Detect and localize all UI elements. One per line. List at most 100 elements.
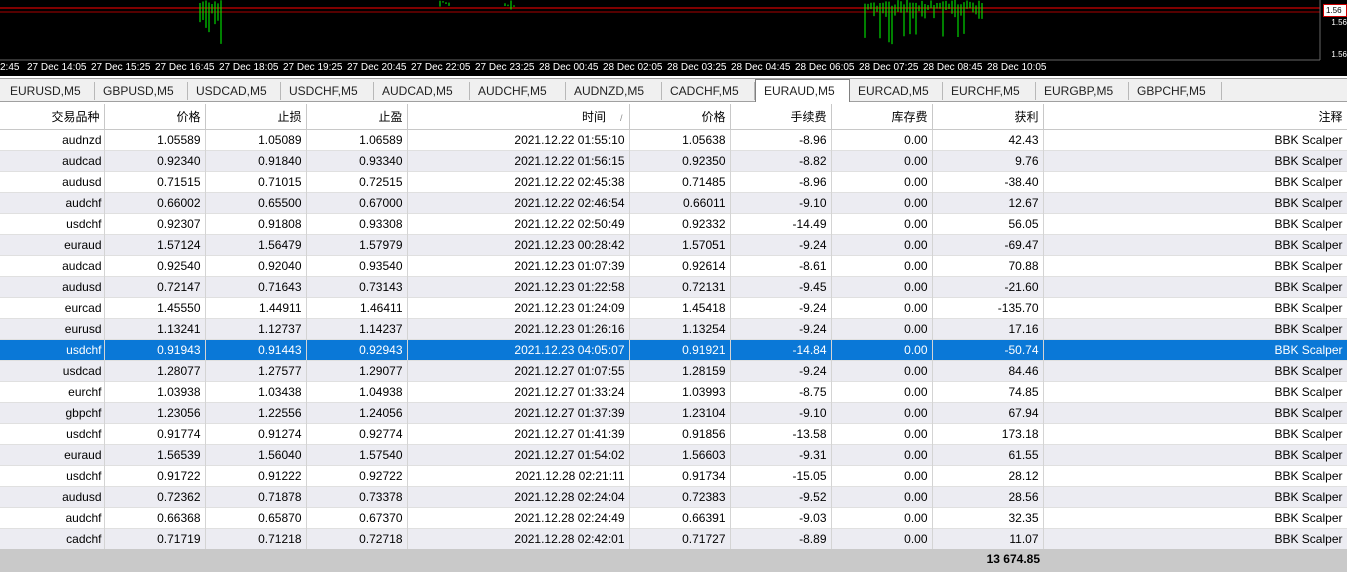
cell-open-price: 0.71515: [104, 171, 206, 193]
tab-eurchf-m5[interactable]: EURCHF,M5: [943, 82, 1036, 100]
table-row[interactable]: cadchf 0.71719 0.71218 0.72718 2021.12.28 02…: [0, 528, 1347, 550]
tab-eurusd-m5[interactable]: EURUSD,M5: [2, 82, 95, 100]
table-row[interactable]: usdchf 0.91774 0.91274 0.92774 2021.12.27 01…: [0, 423, 1347, 445]
cell-symbol: usdchf: [0, 423, 105, 445]
cell-take-profit: 0.93540: [306, 255, 408, 277]
col-header-symbol[interactable]: 交易品种: [0, 104, 105, 130]
cell-stop-loss: 1.12737: [205, 318, 307, 340]
cell-time: 2021.12.22 02:45:38: [407, 171, 630, 193]
table-row[interactable]: eurchf 1.03938 1.03438 1.04938 2021.12.27 01…: [0, 381, 1347, 403]
cell-current-price: 0.66011: [629, 192, 731, 214]
cell-time: 2021.12.22 01:56:15: [407, 150, 630, 172]
cell-swap: 0.00: [831, 318, 933, 340]
cell-time: 2021.12.23 01:24:09: [407, 297, 630, 319]
cell-open-price: 0.91722: [104, 465, 206, 487]
cell-commission: -14.84: [730, 339, 832, 361]
table-row[interactable]: audcad 0.92540 0.92040 0.93540 2021.12.23 01…: [0, 255, 1347, 277]
cell-time: 2021.12.23 04:05:07: [407, 339, 630, 361]
time-axis-label: 28 Dec 03:25: [667, 62, 727, 73]
cell-comment: BBK Scalper: [1043, 465, 1347, 487]
table-row[interactable]: usdchf 0.92307 0.91808 0.93308 2021.12.22 02…: [0, 213, 1347, 235]
cell-comment: BBK Scalper: [1043, 339, 1347, 361]
table-row[interactable]: audusd 0.72147 0.71643 0.73143 2021.12.23 01…: [0, 276, 1347, 298]
table-row[interactable]: eurusd 1.13241 1.12737 1.14237 2021.12.23 01…: [0, 318, 1347, 340]
cell-profit: 67.94: [932, 402, 1044, 424]
col-header-time-label: 时间: [581, 110, 606, 124]
cell-commission: -15.05: [730, 465, 832, 487]
table-row[interactable]: audusd 0.71515 0.71015 0.72515 2021.12.22 02…: [0, 171, 1347, 193]
cell-time: 2021.12.22 02:50:49: [407, 213, 630, 235]
tab-gbpusd-m5[interactable]: GBPUSD,M5: [95, 82, 188, 100]
table-row[interactable]: euraud 1.57124 1.56479 1.57979 2021.12.23 00…: [0, 234, 1347, 256]
cell-swap: 0.00: [831, 402, 933, 424]
cell-take-profit: 0.93340: [306, 150, 408, 172]
cell-comment: BBK Scalper: [1043, 213, 1347, 235]
cell-stop-loss: 0.91808: [205, 213, 307, 235]
cell-open-price: 0.66002: [104, 192, 206, 214]
table-row[interactable]: usdcad 1.28077 1.27577 1.29077 2021.12.27 01…: [0, 360, 1347, 382]
table-row[interactable]: audchf 0.66002 0.65500 0.67000 2021.12.22 02…: [0, 192, 1347, 214]
cell-open-price: 1.03938: [104, 381, 206, 403]
price-label-mid: 1.56: [1331, 18, 1347, 27]
tab-cadchf-m5[interactable]: CADCHF,M5: [662, 82, 755, 100]
table-row[interactable]: eurcad 1.45550 1.44911 1.46411 2021.12.23 01…: [0, 297, 1347, 319]
col-header-commission[interactable]: 手续费: [730, 104, 832, 130]
cell-profit: 70.88: [932, 255, 1044, 277]
col-header-take-profit[interactable]: 止盈: [306, 104, 408, 130]
tab-gbpchf-m5[interactable]: GBPCHF,M5: [1129, 82, 1222, 100]
cell-take-profit: 1.57540: [306, 444, 408, 466]
cell-comment: BBK Scalper: [1043, 507, 1347, 529]
table-row[interactable]: audnzd 1.05589 1.05089 1.06589 2021.12.22 01…: [0, 129, 1347, 151]
cell-take-profit: 1.14237: [306, 318, 408, 340]
tab-eurgbp-m5[interactable]: EURGBP,M5: [1036, 82, 1129, 100]
cell-stop-loss: 0.65870: [205, 507, 307, 529]
cell-symbol: audchf: [0, 507, 105, 529]
table-row[interactable]: gbpchf 1.23056 1.22556 1.24056 2021.12.27 01…: [0, 402, 1347, 424]
table-row[interactable]: usdchf 0.91943 0.91443 0.92943 2021.12.23 04…: [0, 339, 1347, 361]
table-row[interactable]: euraud 1.56539 1.56040 1.57540 2021.12.27 01…: [0, 444, 1347, 466]
cell-take-profit: 1.29077: [306, 360, 408, 382]
col-header-current-price[interactable]: 价格: [629, 104, 731, 130]
cell-comment: BBK Scalper: [1043, 255, 1347, 277]
cell-profit: -38.40: [932, 171, 1044, 193]
cell-profit: 12.67: [932, 192, 1044, 214]
cell-symbol: usdchf: [0, 213, 105, 235]
table-row[interactable]: audchf 0.66368 0.65870 0.67370 2021.12.28 02…: [0, 507, 1347, 529]
cell-symbol: euraud: [0, 444, 105, 466]
cell-commission: -8.61: [730, 255, 832, 277]
cell-take-profit: 0.73143: [306, 276, 408, 298]
cell-stop-loss: 0.91840: [205, 150, 307, 172]
tab-audcad-m5[interactable]: AUDCAD,M5: [374, 82, 470, 100]
current-price-text: 1.56: [1326, 6, 1342, 15]
cell-time: 2021.12.27 01:07:55: [407, 360, 630, 382]
cell-profit: 32.35: [932, 507, 1044, 529]
col-header-profit[interactable]: 获利: [932, 104, 1044, 130]
cell-current-price: 0.91734: [629, 465, 731, 487]
col-header-stop-loss[interactable]: 止损: [205, 104, 307, 130]
table-row[interactable]: usdchf 0.91722 0.91222 0.92722 2021.12.28 02…: [0, 465, 1347, 487]
tab-audnzd-m5[interactable]: AUDNZD,M5: [566, 82, 662, 100]
table-row[interactable]: audcad 0.92340 0.91840 0.93340 2021.12.22 01…: [0, 150, 1347, 172]
cell-current-price: 0.71485: [629, 171, 731, 193]
cell-comment: BBK Scalper: [1043, 444, 1347, 466]
col-header-swap[interactable]: 库存费: [831, 104, 933, 130]
col-header-time[interactable]: 时间 /: [407, 104, 630, 130]
time-axis-label: 27 Dec 22:05: [411, 62, 471, 73]
tab-usdcad-m5[interactable]: USDCAD,M5: [188, 82, 281, 100]
cell-swap: 0.00: [831, 486, 933, 508]
tab-usdchf-m5[interactable]: USDCHF,M5: [281, 82, 374, 100]
cell-stop-loss: 0.71878: [205, 486, 307, 508]
cell-open-price: 1.28077: [104, 360, 206, 382]
tab-eurcad-m5[interactable]: EURCAD,M5: [850, 82, 943, 100]
col-header-open-price[interactable]: 价格: [104, 104, 206, 130]
cell-symbol: audcad: [0, 255, 105, 277]
cell-swap: 0.00: [831, 381, 933, 403]
table-row[interactable]: audusd 0.72362 0.71878 0.73378 2021.12.28 02…: [0, 486, 1347, 508]
price-chart[interactable]: 1.56 1.56 1.56 2:45 27 Dec 14:05 27 Dec 15…: [0, 0, 1347, 76]
tab-euraud-m5[interactable]: EURAUD,M5: [755, 79, 850, 102]
tab-audchf-m5[interactable]: AUDCHF,M5: [470, 82, 566, 100]
cell-profit: 28.12: [932, 465, 1044, 487]
cell-open-price: 0.91774: [104, 423, 206, 445]
cell-swap: 0.00: [831, 255, 933, 277]
col-header-comment[interactable]: 注释: [1043, 104, 1347, 130]
